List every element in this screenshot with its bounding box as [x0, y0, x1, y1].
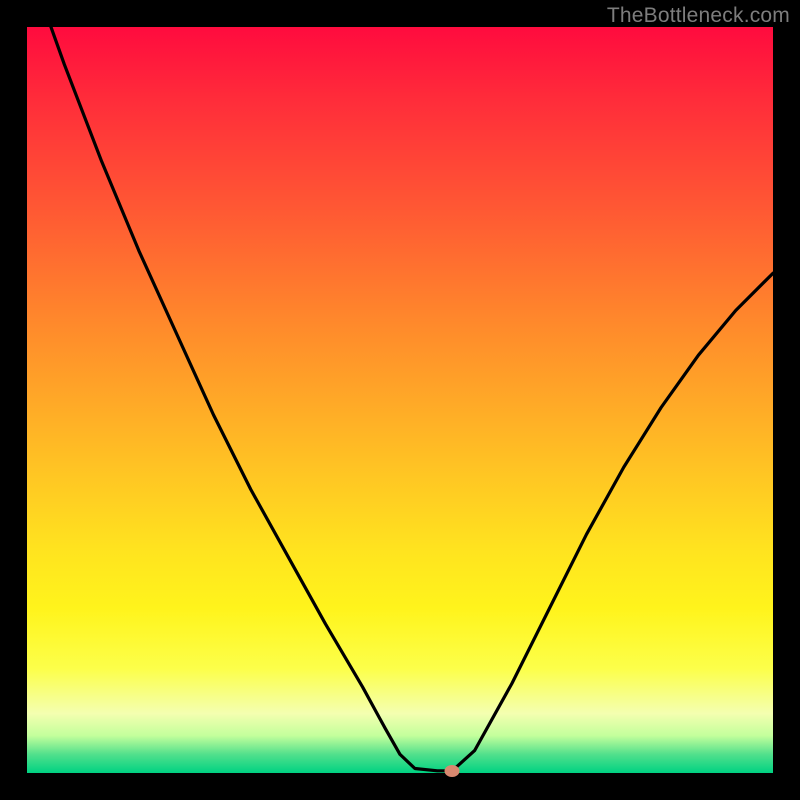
- bottleneck-curve: [27, 27, 773, 773]
- watermark-text: TheBottleneck.com: [607, 4, 790, 28]
- plot-area: [27, 27, 773, 773]
- chart-frame: TheBottleneck.com: [0, 0, 800, 800]
- optimal-point-marker: [445, 765, 460, 777]
